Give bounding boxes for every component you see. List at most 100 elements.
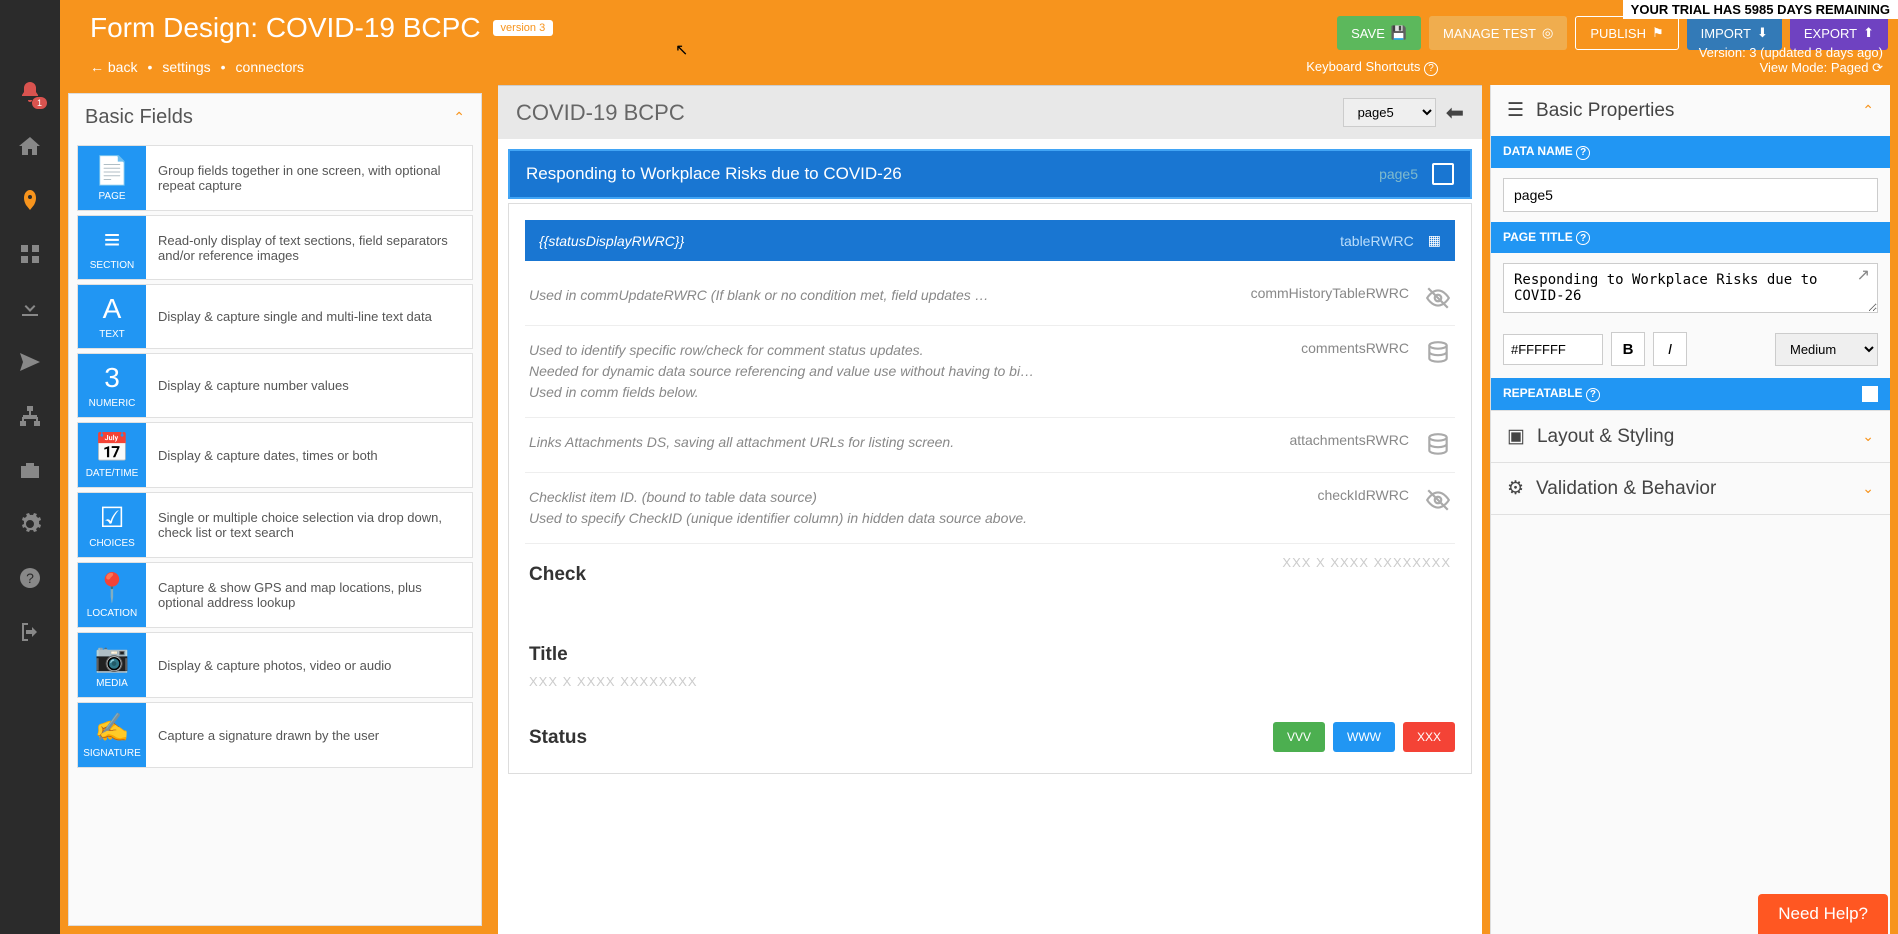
page-title: Form Design: COVID-19 BCPC (90, 12, 481, 44)
check-label: Check (529, 564, 586, 586)
manage-test-button[interactable]: MANAGE TEST ◎ (1429, 16, 1567, 50)
field-item-signature[interactable]: ✍ SIGNATURE Capture a signature drawn by… (77, 702, 473, 768)
page-select[interactable]: page5 (1343, 98, 1436, 127)
media-icon: 📷 MEDIA (78, 633, 146, 697)
field-description: Capture a signature drawn by the user (146, 703, 472, 767)
section-data-name: tableRWRC (1340, 233, 1414, 249)
field-item-section[interactable]: ≡ SECTION Read-only display of text sect… (77, 215, 473, 280)
help-icon[interactable]: ? (1586, 388, 1600, 402)
grid-icon[interactable] (18, 242, 42, 266)
sub-header: ← back • settings • connectors Keyboard … (0, 55, 1898, 85)
signature-icon: ✍ SIGNATURE (78, 703, 146, 767)
rocket-icon[interactable] (18, 188, 42, 212)
chevron-down-icon: ⌃ (1862, 102, 1874, 119)
row-data-name: checkIdRWRC (1317, 487, 1409, 503)
page-icon: 📄 PAGE (78, 146, 146, 210)
arrow-left-icon[interactable]: ⬅ (1446, 100, 1464, 126)
trial-banner: YOUR TRIAL HAS 5985 DAYS REMAINING (1623, 0, 1898, 19)
download-icon[interactable] (18, 296, 42, 320)
back-arrow-icon[interactable]: ← (90, 59, 104, 75)
page-title-label: PAGE TITLE ? (1491, 222, 1890, 254)
field-item-date-time[interactable]: 📅 DATE/TIME Display & capture dates, tim… (77, 422, 473, 488)
size-select[interactable]: Medium (1775, 333, 1878, 366)
help-icon[interactable]: ? (1576, 231, 1590, 245)
text-icon: A TEXT (78, 285, 146, 348)
page-title-input[interactable]: Responding to Workplace Risks due to COV… (1503, 263, 1878, 313)
field-item-text[interactable]: A TEXT Display & capture single and mult… (77, 284, 473, 349)
page-icon (1432, 163, 1454, 185)
status-label: Status (529, 727, 587, 749)
italic-button[interactable]: I (1653, 332, 1687, 366)
data-name-label: DATA NAME ? (1491, 136, 1890, 168)
left-sidebar: 1 ? (0, 0, 60, 934)
choices-icon: ☑ CHOICES (78, 493, 146, 557)
field-item-choices[interactable]: ☑ CHOICES Single or multiple choice sele… (77, 492, 473, 558)
field-description: Display & capture photos, video or audio (146, 633, 472, 697)
publish-button[interactable]: PUBLISH ⚑ (1575, 16, 1678, 50)
table-icon: ▦ (1428, 232, 1441, 249)
help-icon[interactable]: ? (1576, 146, 1590, 160)
version-badge: version 3 (493, 20, 554, 36)
status-blue-button[interactable]: WWW (1333, 722, 1395, 752)
repeatable-checkbox[interactable] (1862, 386, 1878, 402)
form-row[interactable]: Checklist item ID. (bound to table data … (525, 473, 1455, 544)
page-data-name: page5 (1379, 166, 1418, 182)
home-icon[interactable] (18, 134, 42, 158)
field-description: Display & capture dates, times or both (146, 423, 472, 487)
db-icon (1425, 340, 1451, 366)
bell-icon[interactable]: 1 (18, 80, 42, 104)
page-header[interactable]: Responding to Workplace Risks due to COV… (508, 149, 1472, 199)
back-link[interactable]: back (108, 59, 138, 75)
export-icon: ⬆ (1863, 25, 1874, 41)
row-description: Links Attachments DS, saving all attachm… (529, 432, 1289, 453)
row-data-name: commHistoryTableRWRC (1251, 285, 1409, 301)
field-item-location[interactable]: 📍 LOCATION Capture & show GPS and map lo… (77, 562, 473, 628)
title-label: Title (529, 644, 1451, 666)
toolbox-icon[interactable] (18, 458, 42, 482)
section-icon: ≡ SECTION (78, 216, 146, 279)
fields-panel: Basic Fields ⌃ 📄 PAGE Group fields toget… (60, 85, 490, 934)
top-header: Form Design: COVID-19 BCPC version 3 SAV… (0, 0, 1898, 55)
svg-text:?: ? (26, 570, 34, 586)
help-icon[interactable]: ? (18, 566, 42, 590)
color-input[interactable] (1503, 334, 1603, 365)
gear-icon[interactable] (18, 512, 42, 536)
hierarchy-icon[interactable] (18, 404, 42, 428)
form-row[interactable]: Used in commUpdateRWRC (If blank or no c… (525, 271, 1455, 326)
status-green-button[interactable]: VVV (1273, 722, 1325, 752)
need-help-button[interactable]: Need Help? (1758, 894, 1888, 934)
canvas-title: COVID-19 BCPC (516, 100, 685, 126)
field-item-media[interactable]: 📷 MEDIA Display & capture photos, video … (77, 632, 473, 698)
basic-fields-header[interactable]: Basic Fields ⌃ (69, 94, 481, 141)
connectors-link[interactable]: connectors (236, 59, 304, 75)
import-icon: ⬇ (1757, 25, 1768, 41)
field-description: Read-only display of text sections, fiel… (146, 216, 472, 279)
save-button[interactable]: SAVE 💾 (1337, 16, 1421, 50)
field-item-page[interactable]: 📄 PAGE Group fields together in one scre… (77, 145, 473, 211)
refresh-icon[interactable]: ⟳ (1872, 60, 1883, 75)
form-row[interactable]: Links Attachments DS, saving all attachm… (525, 418, 1455, 473)
chevron-down-icon: ⌄ (1862, 428, 1874, 445)
keyboard-shortcuts-link[interactable]: Keyboard Shortcuts ? (1306, 59, 1438, 76)
logout-icon[interactable] (18, 620, 42, 644)
flag-icon: ⚑ (1652, 25, 1664, 41)
field-item-numeric[interactable]: 3 NUMERIC Display & capture number value… (77, 353, 473, 418)
section-header[interactable]: {{statusDisplayRWRC}} tableRWRC ▦ (525, 220, 1455, 261)
validation-behavior-header[interactable]: ⚙ Validation & Behavior ⌄ (1491, 463, 1890, 514)
numeric-icon: 3 NUMERIC (78, 354, 146, 417)
form-row[interactable]: Used to identify specific row/check for … (525, 326, 1455, 418)
data-name-input[interactable] (1503, 178, 1878, 212)
repeatable-label: REPEATABLE ? (1491, 378, 1890, 410)
field-description: Capture & show GPS and map locations, pl… (146, 563, 472, 627)
settings-link[interactable]: settings (162, 59, 210, 75)
bold-button[interactable]: B (1611, 332, 1645, 366)
check-placeholder: XXX X XXXX XXXXXXXX (1282, 555, 1451, 570)
row-description: Used in commUpdateRWRC (If blank or no c… (529, 285, 1251, 306)
layout-styling-header[interactable]: ▣ Layout & Styling ⌄ (1491, 411, 1890, 462)
layout-icon: ▣ (1507, 425, 1525, 448)
send-icon[interactable] (18, 350, 42, 374)
status-red-button[interactable]: XXX (1403, 722, 1455, 752)
eye-off-icon (1425, 487, 1451, 513)
basic-properties-header[interactable]: ☰ Basic Properties ⌃ (1491, 85, 1890, 136)
expand-icon[interactable]: ↗ (1857, 265, 1870, 285)
